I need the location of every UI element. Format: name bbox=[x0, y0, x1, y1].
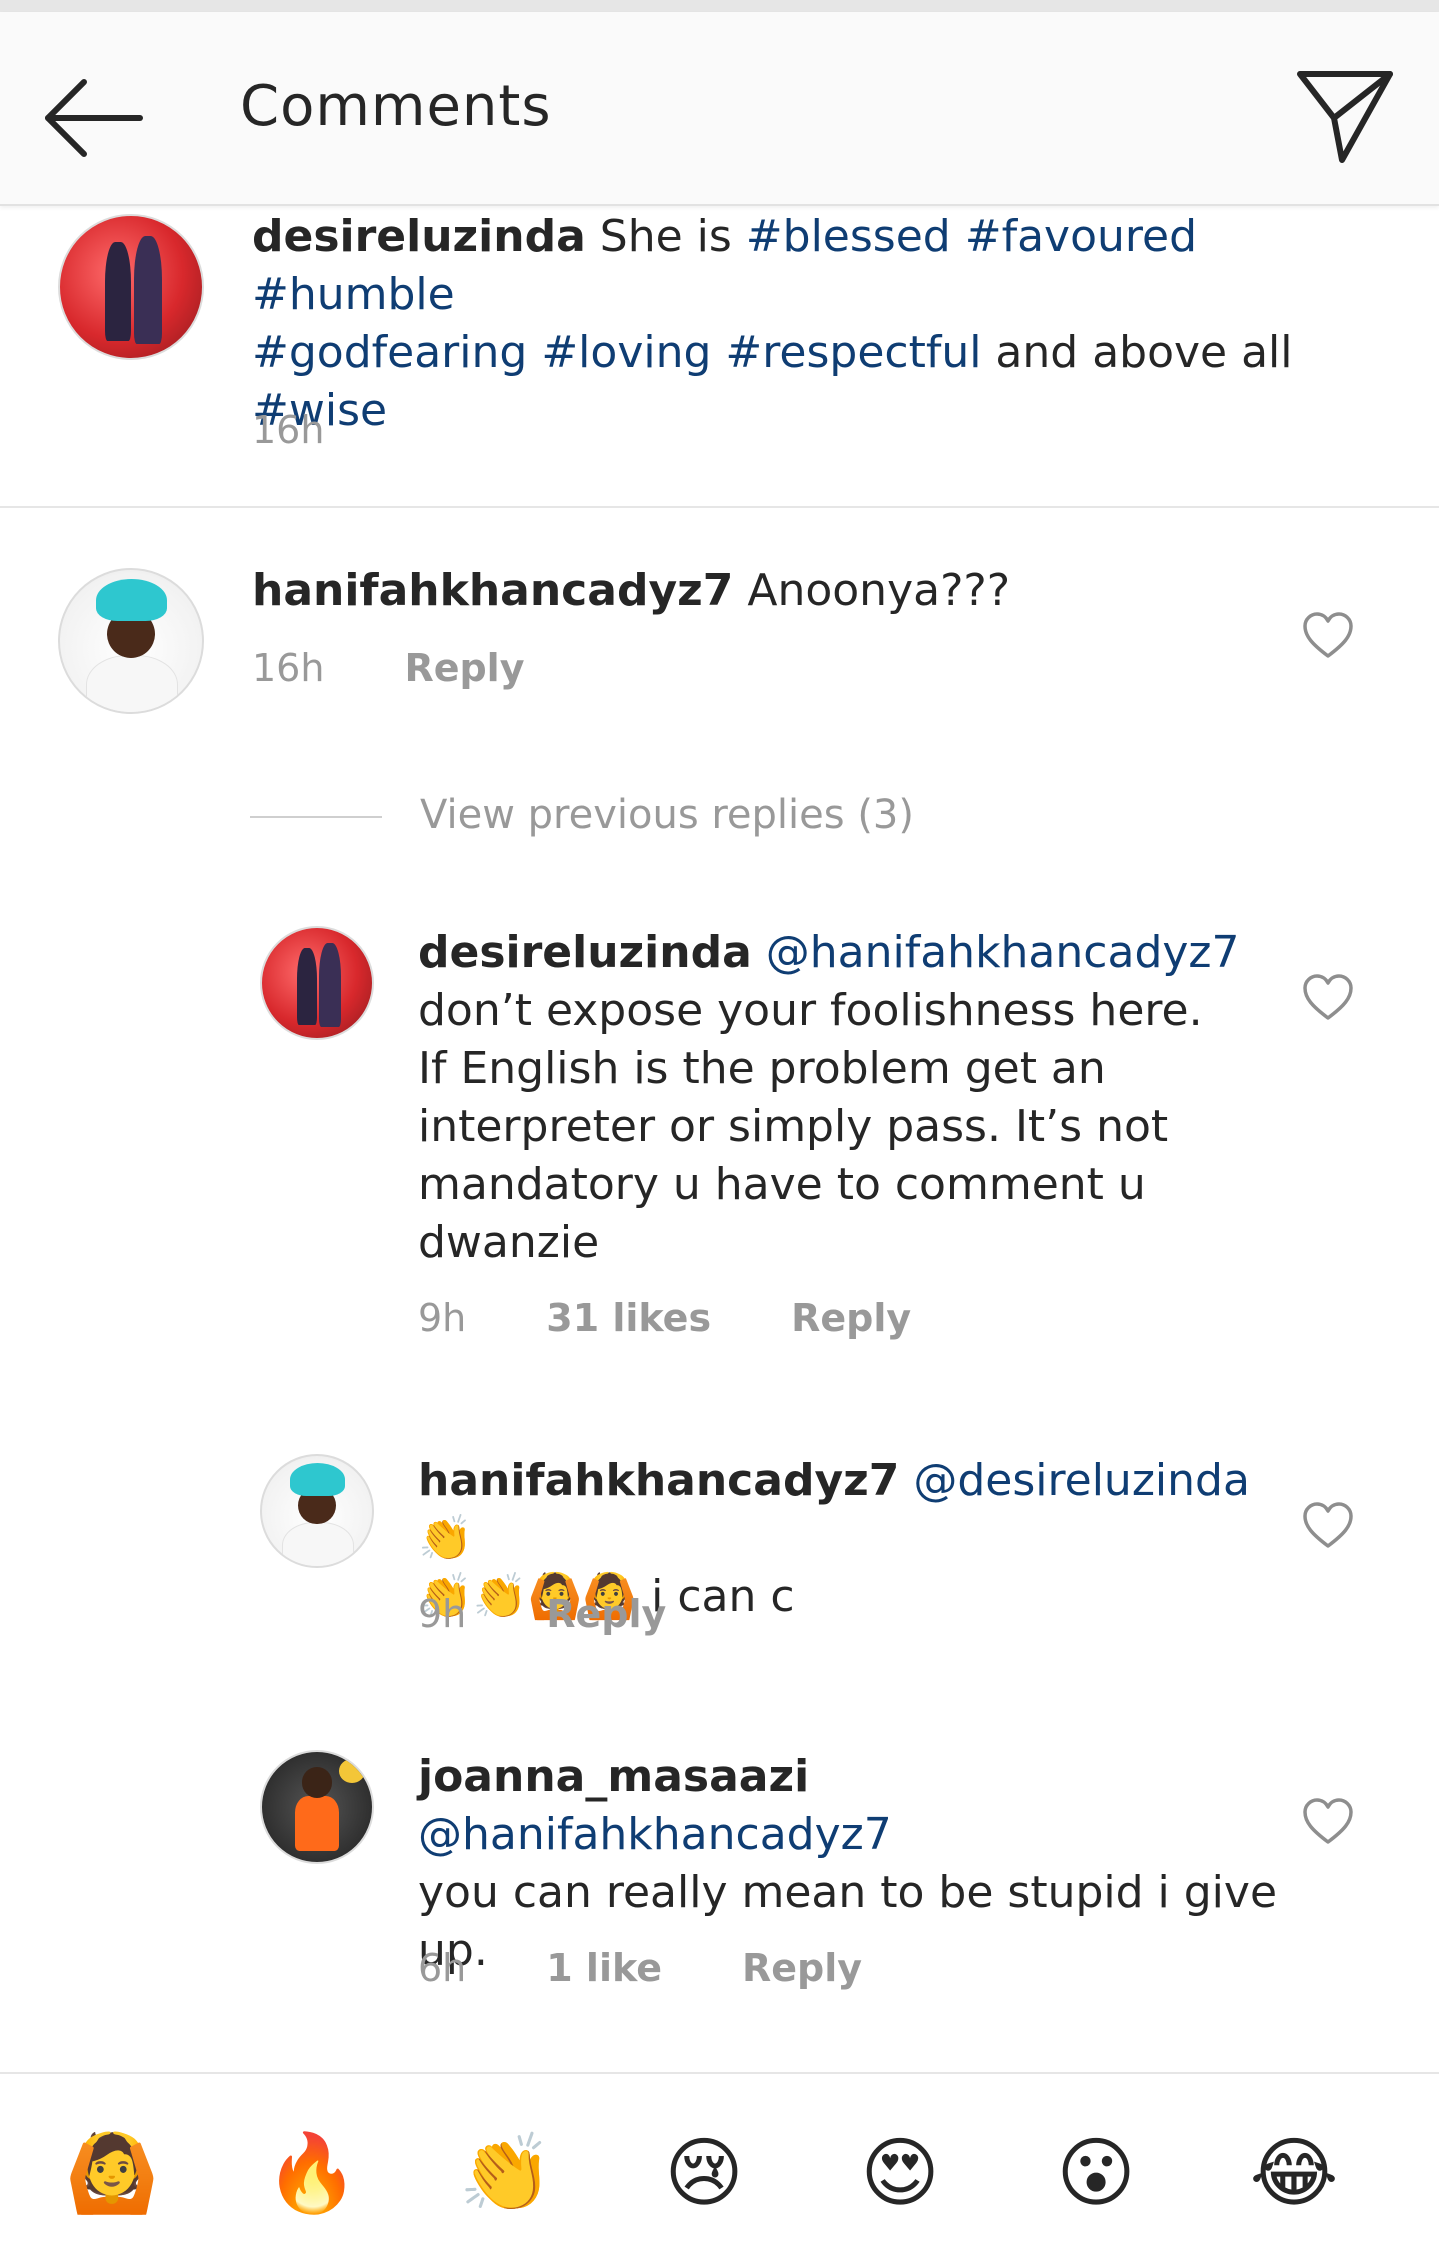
caption-seg: She is bbox=[599, 211, 746, 262]
hashtag-link[interactable]: #humble bbox=[252, 269, 455, 320]
reply-button[interactable]: Reply bbox=[742, 1946, 862, 1990]
comment-time: 16h bbox=[252, 646, 325, 690]
caption-seg bbox=[527, 327, 541, 378]
page-title: Comments bbox=[240, 74, 552, 139]
view-previous-replies[interactable]: View previous replies (3) bbox=[420, 792, 914, 838]
emoji-button[interactable]: 🙆 bbox=[62, 2128, 162, 2218]
reply-time: 9h bbox=[418, 1296, 467, 1340]
caption-text: desireluzinda She is #blessed #favoured … bbox=[252, 208, 1352, 440]
avatar[interactable] bbox=[260, 1454, 374, 1568]
reply-line: interpreter or simply pass. It’s not bbox=[418, 1101, 1169, 1152]
emoji-button[interactable]: 🔥 bbox=[262, 2128, 362, 2218]
heart-icon[interactable] bbox=[1302, 1798, 1354, 1846]
paper-plane-icon bbox=[1297, 71, 1393, 163]
hashtag-link[interactable]: #loving bbox=[541, 327, 711, 378]
likes-count[interactable]: 1 like bbox=[546, 1946, 662, 1990]
emoji-button[interactable]: 👏 bbox=[456, 2128, 556, 2218]
mention-link[interactable]: @desireluzinda bbox=[913, 1455, 1250, 1506]
reply-meta: 9h Reply bbox=[418, 1592, 666, 1636]
status-strip bbox=[0, 0, 1439, 12]
mention-link[interactable]: @hanifahkhancadyz7 bbox=[766, 927, 1240, 978]
comment-text: hanifahkhancadyz7 Anoonya??? bbox=[252, 562, 1010, 620]
reply-meta: 9h 31 likes Reply bbox=[418, 1296, 911, 1340]
caption-seg bbox=[951, 211, 965, 262]
reply-line: dwanzie bbox=[418, 1217, 600, 1268]
reply-username[interactable]: desireluzinda bbox=[418, 927, 752, 978]
emoji-button[interactable]: 😢 bbox=[654, 2128, 754, 2218]
reply-line: mandatory u have to comment u bbox=[418, 1159, 1146, 1210]
reply-meta: 6h 1 like Reply bbox=[418, 1946, 862, 1990]
avatar[interactable] bbox=[260, 1750, 374, 1864]
caption-line: desireluzinda She is #blessed #favoured … bbox=[252, 208, 1352, 324]
caption-seg bbox=[711, 327, 725, 378]
send-button[interactable] bbox=[1290, 60, 1400, 170]
comment-username[interactable]: hanifahkhancadyz7 bbox=[252, 565, 733, 616]
reply-username[interactable]: hanifahkhancadyz7 bbox=[418, 1455, 899, 1506]
reply-line: hanifahkhancadyz7 @desireluzinda 👏 bbox=[418, 1452, 1278, 1568]
reply-line: you can really mean to be stupid i give bbox=[418, 1867, 1278, 1918]
divider bbox=[250, 816, 382, 818]
mention-link[interactable]: @hanifahkhancadyz7 bbox=[418, 1809, 892, 1860]
reply-text: desireluzinda @hanifahkhancadyz7 don’t e… bbox=[418, 924, 1278, 1272]
caption-username[interactable]: desireluzinda bbox=[252, 211, 586, 262]
hashtag-link[interactable]: #godfearing bbox=[252, 327, 527, 378]
hashtag-link[interactable]: #blessed bbox=[746, 211, 951, 262]
arrow-left-icon bbox=[45, 79, 143, 157]
likes-count[interactable]: 31 likes bbox=[546, 1296, 711, 1340]
caption-line: #wise bbox=[252, 382, 1352, 440]
reply-line: If English is the problem get an bbox=[418, 1043, 1106, 1094]
reply-button[interactable]: Reply bbox=[404, 646, 524, 690]
hashtag-link[interactable]: #respectful bbox=[725, 327, 981, 378]
avatar[interactable] bbox=[260, 926, 374, 1040]
avatar[interactable] bbox=[58, 214, 204, 360]
reply-line: don’t expose your foolishness here. bbox=[418, 985, 1203, 1036]
reply-button[interactable]: Reply bbox=[546, 1592, 666, 1636]
reply-time: 6h bbox=[418, 1946, 467, 1990]
emoji-button[interactable]: 😮 bbox=[1046, 2128, 1146, 2218]
heart-icon[interactable] bbox=[1302, 974, 1354, 1022]
reply-emoji: 👏 bbox=[418, 1513, 473, 1564]
emoji-button[interactable]: 😂 bbox=[1244, 2128, 1344, 2218]
back-button[interactable] bbox=[40, 68, 150, 168]
caption-line: #godfearing #loving #respectful and abov… bbox=[252, 324, 1352, 382]
comment-meta: 16h Reply bbox=[252, 646, 524, 690]
reply-button[interactable]: Reply bbox=[791, 1296, 911, 1340]
avatar[interactable] bbox=[58, 568, 204, 714]
reply-username[interactable]: joanna_masaazi bbox=[418, 1751, 809, 1802]
hashtag-link[interactable]: #favoured bbox=[965, 211, 1197, 262]
reply-line: desireluzinda @hanifahkhancadyz7 bbox=[418, 924, 1278, 982]
heart-icon[interactable] bbox=[1302, 1502, 1354, 1550]
header-bar: Comments bbox=[0, 12, 1439, 206]
heart-icon[interactable] bbox=[1302, 612, 1354, 660]
caption-seg: and above all bbox=[981, 327, 1293, 378]
emoji-button[interactable]: 😍 bbox=[850, 2128, 950, 2218]
reply-line: joanna_masaazi @hanifahkhancadyz7 bbox=[418, 1748, 1278, 1864]
comment-body: Anoonya??? bbox=[747, 565, 1011, 616]
reply-time: 9h bbox=[418, 1592, 467, 1636]
caption-time: 16h bbox=[252, 408, 325, 452]
